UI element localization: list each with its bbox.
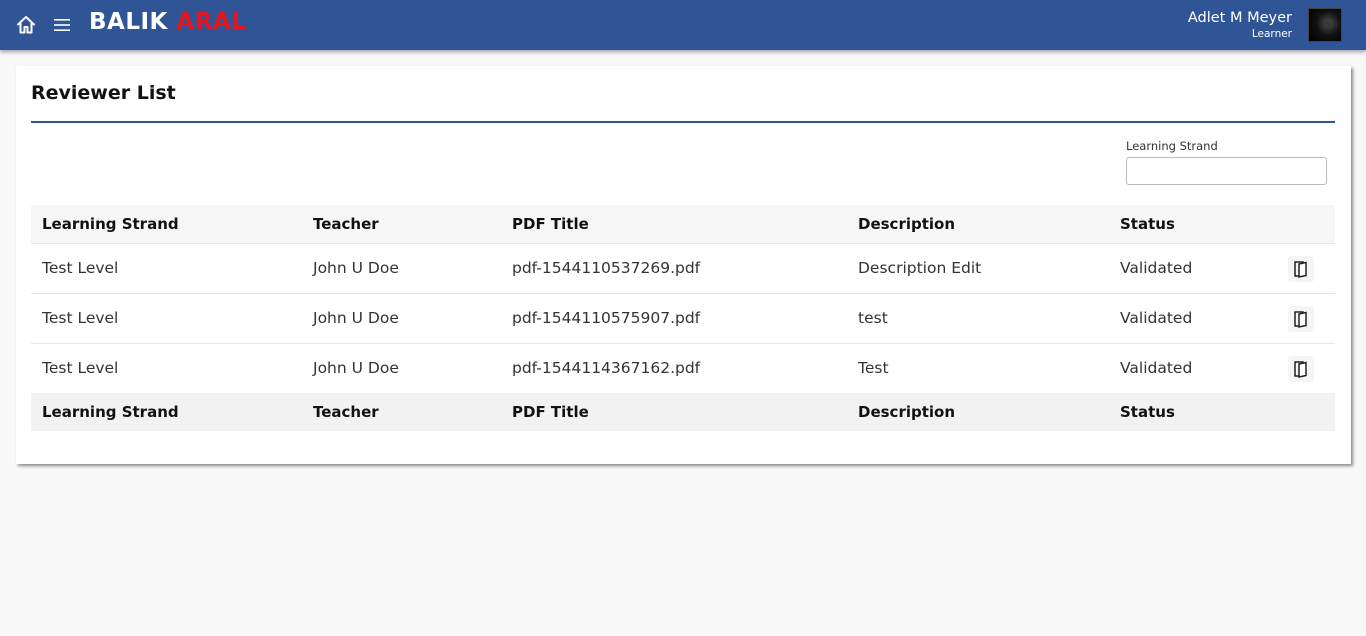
table-footer-row: Learning Strand Teacher PDF Title Descri… [31, 393, 1335, 431]
title-divider [31, 121, 1335, 123]
cell-pdf-title: pdf-1544110537269.pdf [512, 259, 701, 277]
column-header-description[interactable]: Description [847, 205, 1109, 243]
cell-actions [1269, 243, 1335, 293]
brand-logo[interactable]: BALIK ARAL [89, 9, 246, 35]
top-navbar: BALIK ARAL Adlet M Meyer Learner [0, 0, 1366, 50]
table-row: Test Level John U Doe pdf-1544110575907.… [31, 293, 1335, 343]
cell-learning-strand: Test Level [42, 309, 119, 327]
table-row: Test Level John U Doe pdf-1544110537269.… [31, 243, 1335, 293]
user-name[interactable]: Adlet M Meyer [1188, 10, 1292, 26]
user-role: Learner [1251, 28, 1292, 40]
cell-status: Validated [1120, 309, 1193, 327]
cell-learning-strand: Test Level [42, 259, 119, 277]
reviewer-list-card: Reviewer List Learning Strand Learning S… [16, 66, 1351, 464]
cell-pdf-title: pdf-1544114367162.pdf [512, 359, 701, 378]
column-header-status[interactable]: Status [1109, 205, 1269, 243]
avatar[interactable] [1308, 8, 1342, 42]
reviewer-table: Learning Strand Teacher PDF Title Descri… [31, 205, 1335, 431]
column-footer-description: Description [858, 403, 956, 421]
view-pdf-button[interactable] [1288, 306, 1314, 332]
column-footer-learning-strand: Learning Strand [42, 403, 179, 421]
column-header-actions [1269, 205, 1335, 243]
column-header-teacher[interactable]: Teacher [302, 205, 501, 243]
home-icon[interactable] [15, 14, 37, 36]
cell-description: Description Edit [858, 259, 982, 277]
view-pdf-button[interactable] [1288, 356, 1314, 383]
learning-strand-filter-input[interactable] [1126, 157, 1327, 185]
brand-part1: BALIK [89, 9, 168, 35]
cell-status: Validated [1120, 359, 1193, 378]
view-pdf-button[interactable] [1288, 256, 1314, 282]
column-footer-actions [1269, 393, 1335, 431]
cell-description: Test [858, 359, 889, 378]
column-footer-pdf-title: PDF Title [512, 403, 589, 421]
learning-strand-filter-label: Learning Strand [1126, 139, 1218, 153]
book-open-icon [1294, 311, 1307, 328]
column-header-pdf-title[interactable]: PDF Title [501, 205, 847, 243]
cell-teacher: John U Doe [313, 259, 399, 277]
brand-part2: ARAL [176, 9, 247, 35]
table-header-row: Learning Strand Teacher PDF Title Descri… [31, 205, 1335, 243]
column-footer-status: Status [1120, 403, 1175, 421]
cell-teacher: John U Doe [313, 359, 399, 378]
cell-actions [1269, 293, 1335, 343]
table-row: Test Level John U Doe pdf-1544114367162.… [31, 343, 1335, 393]
cell-pdf-title: pdf-1544110575907.pdf [512, 309, 701, 327]
book-open-icon [1294, 361, 1307, 379]
cell-teacher: John U Doe [313, 309, 399, 327]
column-footer-teacher: Teacher [313, 403, 379, 421]
cell-status: Validated [1120, 259, 1193, 277]
cell-learning-strand: Test Level [42, 359, 119, 378]
column-header-learning-strand[interactable]: Learning Strand [31, 205, 302, 243]
cell-actions [1269, 343, 1335, 393]
book-open-icon [1294, 261, 1307, 278]
page-title: Reviewer List [31, 82, 176, 104]
cell-description: test [858, 309, 888, 327]
menu-icon[interactable] [52, 15, 72, 35]
